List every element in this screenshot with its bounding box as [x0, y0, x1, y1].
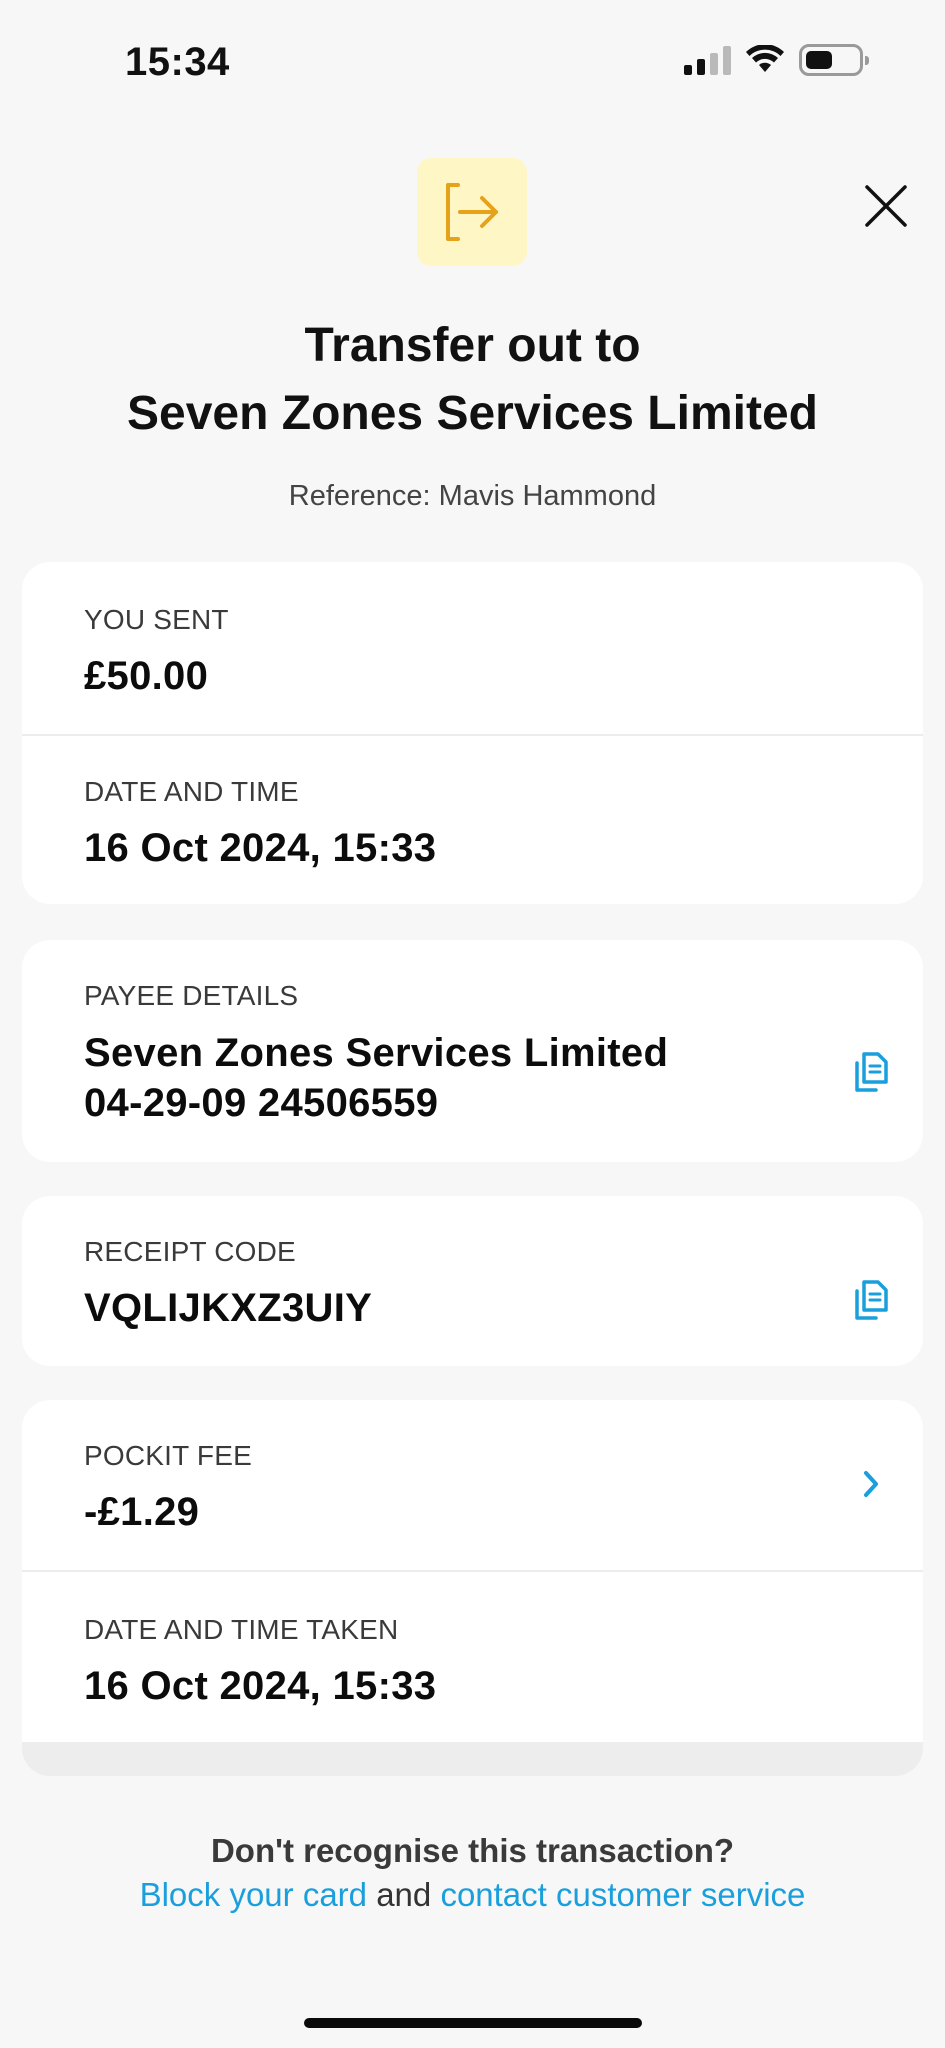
pockit-fee-label: POCKIT FEE: [84, 1440, 252, 1471]
status-time: 15:34: [125, 40, 230, 84]
date-time-taken-value: 16 Oct 2024, 15:33: [84, 1664, 437, 1708]
receipt-row: RECEIPT CODE VQLIJKXZ3UIY: [22, 1196, 923, 1366]
chevron-right-icon[interactable]: [851, 1462, 891, 1506]
fee-card: POCKIT FEE -£1.29 DATE AND TIME TAKEN 16…: [22, 1400, 923, 1776]
title-line-2: Seven Zones Services Limited: [127, 387, 818, 440]
date-time-value: 16 Oct 2024, 15:33: [84, 826, 437, 870]
footer-and-text: and: [367, 1876, 441, 1913]
payee-row: PAYEE DETAILS Seven Zones Services Limit…: [22, 940, 923, 1162]
receipt-code-card: RECEIPT CODE VQLIJKXZ3UIY: [22, 1196, 923, 1366]
cellular-signal-icon: [684, 45, 731, 75]
date-time-taken-row: DATE AND TIME TAKEN 16 Oct 2024, 15:33: [22, 1570, 923, 1742]
close-button[interactable]: [858, 178, 914, 234]
transfer-out-icon: [417, 158, 527, 266]
receipt-code-label: RECEIPT CODE: [84, 1236, 296, 1267]
transaction-reference: Reference: Mavis Hammond: [288, 480, 657, 512]
wifi-icon: [746, 45, 784, 72]
payee-account: 04-29-09 24506559: [84, 1081, 439, 1125]
you-sent-row: YOU SENT £50.00: [22, 562, 923, 734]
payee-details-label: PAYEE DETAILS: [84, 980, 299, 1011]
battery-icon: [799, 44, 869, 76]
date-time-row: DATE AND TIME 16 Oct 2024, 15:33: [22, 734, 923, 904]
contact-customer-service-link[interactable]: contact customer service: [440, 1876, 805, 1913]
status-bar: 15:34: [0, 0, 945, 130]
date-time-label: DATE AND TIME: [84, 776, 299, 807]
page-title: Transfer out to Seven Zones Services Lim…: [0, 312, 945, 448]
payee-name: Seven Zones Services Limited: [84, 1031, 669, 1075]
payee-details-card: PAYEE DETAILS Seven Zones Services Limit…: [22, 940, 923, 1162]
pockit-fee-row[interactable]: POCKIT FEE -£1.29: [22, 1400, 923, 1570]
block-card-link[interactable]: Block your card: [140, 1876, 367, 1913]
receipt-code-value: VQLIJKXZ3UIY: [84, 1286, 373, 1330]
home-indicator[interactable]: [304, 2018, 642, 2028]
sent-summary-card: YOU SENT £50.00 DATE AND TIME 16 Oct 202…: [22, 562, 923, 904]
title-line-1: Transfer out to: [304, 319, 641, 372]
pockit-fee-amount: -£1.29: [84, 1490, 200, 1534]
you-sent-label: YOU SENT: [84, 604, 229, 635]
copy-icon[interactable]: [851, 1050, 891, 1094]
status-icons: [684, 44, 869, 76]
copy-icon[interactable]: [851, 1278, 891, 1322]
close-icon[interactable]: [864, 184, 908, 228]
unrecognised-question: Don't recognise this transaction?: [210, 1832, 735, 1869]
date-time-taken-label: DATE AND TIME TAKEN: [84, 1614, 399, 1645]
you-sent-amount: £50.00: [84, 654, 209, 698]
footer-help-text: Block your card and contact customer ser…: [0, 1876, 945, 1914]
